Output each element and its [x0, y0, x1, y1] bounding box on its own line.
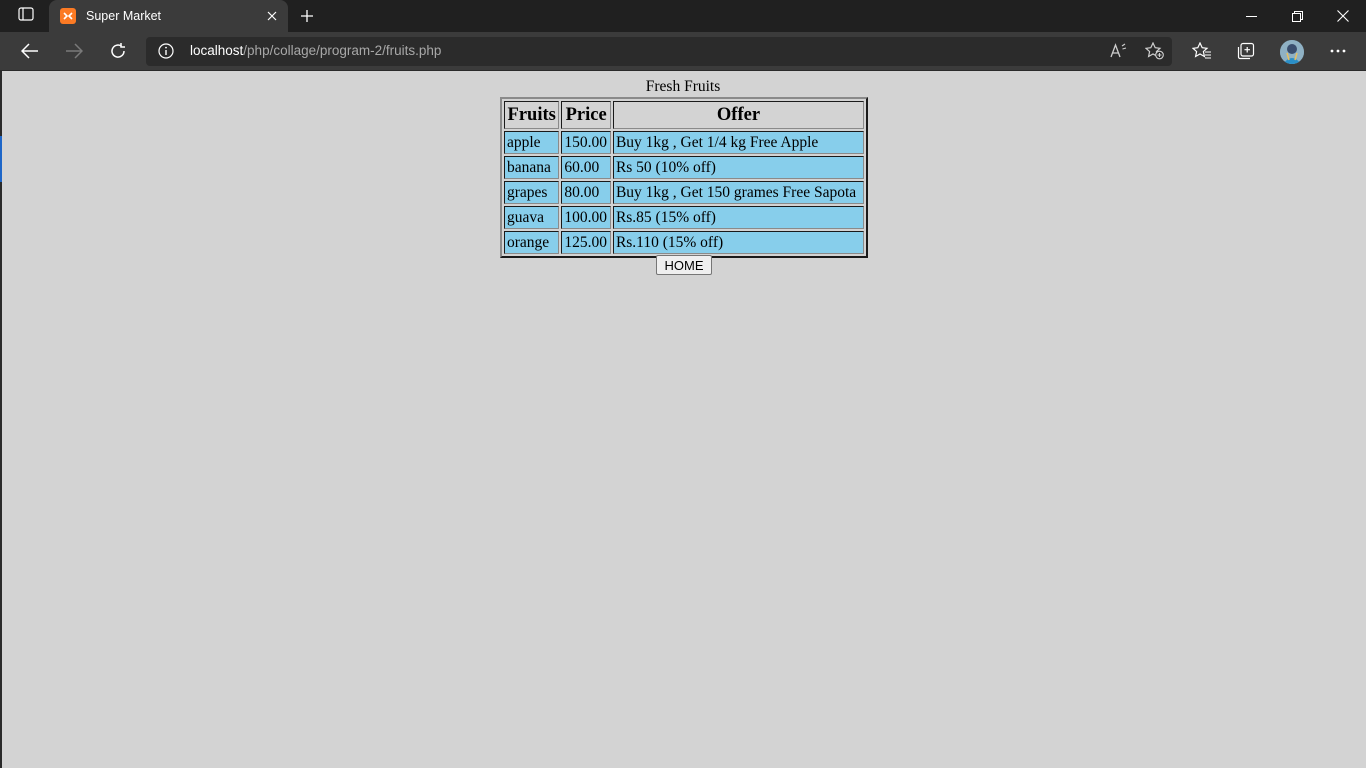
price-cell: 125.00	[561, 231, 611, 254]
table-row: guava 100.00 Rs.85 (15% off)	[504, 206, 864, 229]
add-favorite-button[interactable]	[1144, 41, 1166, 61]
more-button[interactable]	[1323, 37, 1353, 65]
read-aloud-button[interactable]	[1108, 41, 1130, 61]
new-tab-button[interactable]	[296, 6, 318, 26]
add-favorite-icon	[1145, 42, 1164, 60]
offer-cell: Rs.85 (15% off)	[612, 206, 864, 229]
fruits-table: Fruits Price Offer apple 150.00 Buy 1kg …	[500, 97, 868, 258]
offer-cell: Buy 1kg , Get 150 grames Free Sapota	[612, 181, 864, 204]
tab-super-market[interactable]: Super Market	[49, 0, 288, 32]
tab-title: Super Market	[86, 9, 162, 23]
tab-actions-icon	[18, 6, 34, 26]
tab-actions-button[interactable]	[10, 6, 42, 26]
offer-cell: Rs 50 (10% off)	[612, 156, 864, 179]
browser-title-bar: Super Market	[0, 0, 1366, 32]
restore-icon	[1291, 10, 1303, 22]
fruit-cell: grapes	[504, 181, 560, 204]
table-row: apple 150.00 Buy 1kg , Get 1/4 kg Free A…	[504, 131, 864, 154]
url-text[interactable]: localhost/php/collage/program-2/fruits.p…	[190, 43, 441, 58]
price-cell: 100.00	[561, 206, 611, 229]
offer-cell: Rs.110 (15% off)	[612, 231, 864, 254]
favorites-button[interactable]	[1187, 37, 1217, 65]
column-header-fruits: Fruits	[504, 101, 560, 129]
price-cell: 150.00	[561, 131, 611, 154]
table-row: orange 125.00 Rs.110 (15% off)	[504, 231, 864, 254]
collections-button[interactable]	[1231, 37, 1261, 65]
table-header-row: Fruits Price Offer	[504, 101, 864, 129]
avatar[interactable]	[1280, 40, 1304, 64]
page-title: Fresh Fruits	[645, 78, 721, 95]
address-bar[interactable]: localhost/php/collage/program-2/fruits.p…	[146, 37, 1172, 66]
window-left-accent	[0, 136, 2, 182]
minimize-icon	[1245, 15, 1257, 17]
fruit-cell: orange	[504, 231, 560, 254]
refresh-button[interactable]	[103, 37, 133, 65]
info-icon	[158, 43, 174, 59]
close-icon	[267, 11, 277, 21]
forward-button[interactable]	[59, 37, 89, 65]
column-header-offer: Offer	[612, 101, 864, 129]
home-button[interactable]: HOME	[656, 255, 712, 275]
close-window-button[interactable]	[1320, 0, 1366, 32]
tab-close-button[interactable]	[264, 8, 280, 24]
table-row: grapes 80.00 Buy 1kg , Get 150 grames Fr…	[504, 181, 864, 204]
forward-arrow-icon	[66, 43, 83, 59]
column-header-price: Price	[561, 101, 611, 129]
refresh-icon	[111, 43, 125, 58]
url-path: /php/collage/program-2/fruits.php	[243, 43, 442, 58]
fruit-cell: guava	[504, 206, 560, 229]
read-aloud-icon	[1110, 43, 1127, 58]
restore-button[interactable]	[1274, 0, 1320, 32]
site-info-button[interactable]	[158, 43, 174, 59]
price-cell: 60.00	[561, 156, 611, 179]
minimize-button[interactable]	[1228, 0, 1274, 32]
collections-icon	[1237, 42, 1255, 60]
xampp-icon	[60, 8, 76, 24]
plus-icon	[301, 10, 313, 22]
table-row: banana 60.00 Rs 50 (10% off)	[504, 156, 864, 179]
url-host: localhost	[190, 43, 244, 58]
more-icon	[1330, 49, 1346, 53]
favorites-icon	[1192, 42, 1211, 59]
back-arrow-icon	[21, 43, 38, 59]
back-button[interactable]	[15, 37, 45, 65]
price-cell: 80.00	[561, 181, 611, 204]
fruit-cell: apple	[504, 131, 560, 154]
offer-cell: Buy 1kg , Get 1/4 kg Free Apple	[612, 131, 864, 154]
browser-toolbar: localhost/php/collage/program-2/fruits.p…	[0, 32, 1366, 71]
fruit-cell: banana	[504, 156, 560, 179]
close-icon	[1337, 10, 1349, 22]
